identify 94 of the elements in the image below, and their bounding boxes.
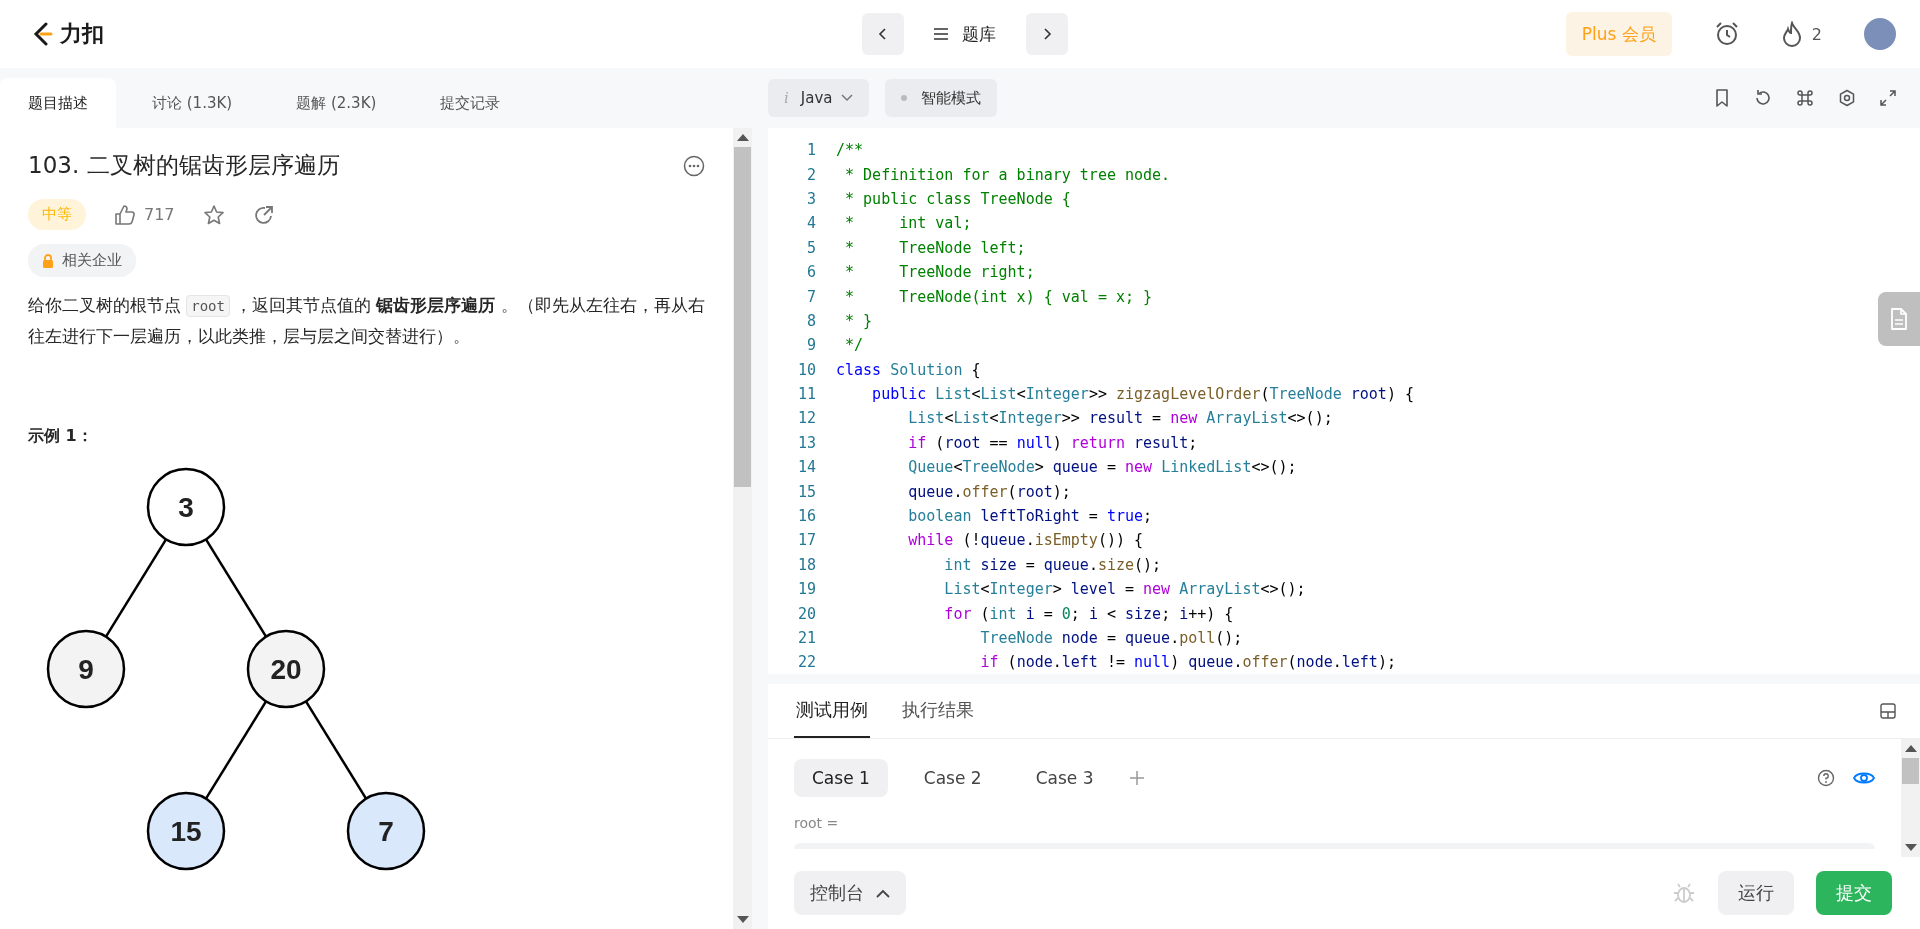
tree-node: 15 (146, 791, 226, 871)
code-line: public List<List<Integer>> zigzagLevelOrder(TreeNode root) { (871, 385, 1414, 404)
code-line: while (!queue.isEmpty()) { (907, 531, 1144, 550)
line-number: 18 (796, 555, 816, 574)
code-line: * int val; (844, 214, 972, 233)
code-line: Queue<TreeNode> queue = new LinkedList<>(); (907, 458, 1297, 477)
code-line: * } (844, 311, 873, 330)
difficulty-badge: 中等 (28, 199, 86, 230)
command-key-icon[interactable] (1796, 89, 1814, 107)
reset-icon[interactable] (1754, 89, 1772, 107)
logo-icon (32, 22, 54, 46)
line-number: 4 (805, 214, 816, 233)
result-tab[interactable]: 执行结果 (900, 684, 976, 738)
line-number: 1 (805, 141, 816, 160)
line-number: 6 (805, 263, 816, 282)
code-line: List<Integer> level = new ArrayList<>(); (943, 580, 1306, 599)
line-number: 3 (805, 189, 816, 208)
document-icon (1890, 308, 1908, 330)
line-number: 9 (805, 336, 816, 355)
line-number: 19 (796, 580, 816, 599)
scrollbar[interactable] (1901, 739, 1920, 857)
help-icon[interactable] (1817, 769, 1835, 787)
line-number: 15 (796, 482, 816, 501)
line-number: 14 (796, 458, 816, 477)
line-number: 2 (805, 165, 816, 184)
line-number: 7 (805, 287, 816, 306)
lock-icon (42, 253, 54, 268)
problem-list-button[interactable]: 题库 (914, 13, 1016, 55)
smart-mode-button[interactable]: 智能模式 (884, 79, 997, 117)
line-number: 11 (796, 385, 816, 404)
line-number: 17 (796, 531, 816, 550)
scrollbar[interactable] (733, 128, 752, 929)
line-number: 12 (796, 409, 816, 428)
line-number: 5 (805, 238, 816, 257)
code-line: List<List<Integer>> result = new ArrayList<>(); (907, 409, 1333, 428)
test-case-tab[interactable]: Case 3 (1017, 759, 1112, 797)
code-line: if (root == null) return result; (907, 433, 1198, 452)
console-button[interactable]: 控制台 (794, 871, 906, 915)
panel-tab[interactable]: 题目描述 (0, 78, 116, 128)
line-number: 20 (796, 604, 816, 623)
problem-description: 给你二叉树的根节点 root ，返回其节点值的 锯齿形层序遍历 。（即先从左往右，再从右往左进行下一层遍历，以此类推，层与层之间交替进行）。 (28, 294, 705, 348)
code-line: if (node.left != null) queue.offer(node.left); (979, 653, 1396, 672)
example-heading: 示例 1： (28, 426, 94, 448)
language-selector[interactable]: i Java (768, 79, 869, 117)
parameter-label: root = (794, 815, 840, 831)
eye-icon[interactable] (1853, 770, 1875, 786)
code-line: boolean leftToRight = true; (907, 507, 1153, 526)
tree-node: 9 (46, 629, 126, 709)
code-line: class Solution { (836, 360, 981, 379)
share-icon[interactable] (252, 203, 275, 226)
chevron-up-icon (876, 888, 890, 898)
line-number: 22 (796, 653, 816, 672)
more-options-icon[interactable] (683, 154, 705, 177)
result-tab[interactable]: 测试用例 (794, 684, 870, 738)
line-number: 10 (796, 360, 816, 379)
panel-tab[interactable]: 提交记录 (412, 78, 529, 128)
flame-icon[interactable] (1781, 21, 1802, 47)
test-case-tab[interactable]: Case 1 (794, 759, 888, 797)
settings-icon[interactable] (1838, 89, 1856, 107)
problem-title: 103. 二叉树的锯齿形层序遍历 (28, 151, 340, 180)
fullscreen-icon[interactable] (1880, 90, 1896, 106)
line-number: 8 (805, 311, 816, 330)
logo-text[interactable]: 力扣 (60, 19, 104, 49)
bookmark-icon[interactable] (1714, 89, 1730, 107)
menu-icon (934, 28, 948, 40)
tree-node: 20 (246, 629, 326, 709)
code-line: for (int i = 0; i < size; i++) { (943, 604, 1234, 623)
panel-tab[interactable]: 讨论 (1.3K) (124, 78, 261, 128)
code-line: * TreeNode(int x) { val = x; } (844, 287, 1153, 306)
test-case-tab[interactable]: Case 2 (905, 759, 1000, 797)
line-number: 16 (796, 507, 816, 526)
code-line: * TreeNode left; (844, 238, 1026, 257)
line-number: 21 (796, 629, 816, 647)
code-line: * TreeNode right; (844, 263, 1035, 282)
thumbs-up-icon[interactable] (114, 203, 136, 226)
user-avatar[interactable] (1864, 18, 1896, 50)
code-line: */ (844, 336, 864, 355)
code-line: queue.offer(root); (907, 482, 1071, 501)
code-line: int size = queue.size(); (943, 555, 1162, 574)
code-line: /** (836, 141, 864, 160)
code-line: * Definition for a binary tree node. (844, 165, 1171, 184)
caret-icon (840, 94, 853, 102)
layout-icon[interactable] (1880, 703, 1896, 719)
related-companies-tag[interactable]: 相关企业 (28, 244, 136, 277)
tree-node: 7 (346, 791, 426, 871)
tree-node: 3 (146, 467, 226, 547)
code-line: TreeNode node = queue.poll(); (979, 629, 1243, 647)
star-icon[interactable] (202, 203, 225, 226)
streak-count: 2 (1811, 24, 1822, 44)
panel-tab[interactable]: 题解 (2.3K) (268, 78, 405, 128)
code-line: * public class TreeNode { (844, 189, 1071, 208)
run-button[interactable]: 运行 (1718, 871, 1794, 915)
line-number: 13 (796, 433, 816, 452)
like-count: 717 (144, 205, 175, 224)
